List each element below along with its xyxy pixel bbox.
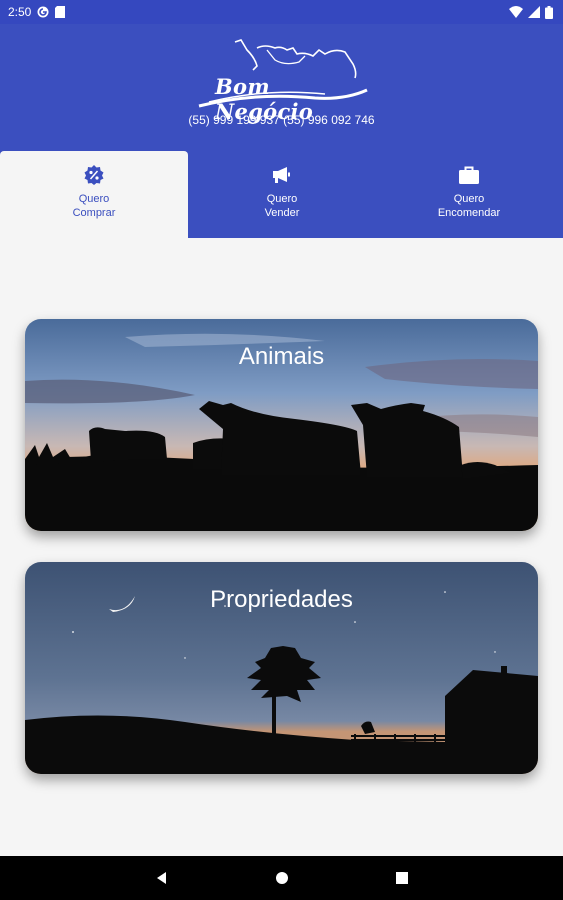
card-title: Animais xyxy=(238,343,325,370)
gmail-icon xyxy=(37,6,49,18)
status-bar: 2:50 xyxy=(0,0,563,24)
tab-quero-comprar[interactable]: Quero Comprar xyxy=(0,151,188,238)
tab-quero-vender[interactable]: Quero Vender xyxy=(188,151,376,238)
home-icon[interactable] xyxy=(274,870,290,886)
wifi-icon xyxy=(509,6,523,18)
tab-label: Quero Encomendar xyxy=(437,193,501,219)
recents-icon[interactable] xyxy=(394,870,410,886)
card-animais[interactable]: Animais xyxy=(25,319,538,531)
tab-quero-encomendar[interactable]: Quero Encomendar xyxy=(375,151,563,238)
signal-icon xyxy=(528,6,540,18)
battery-icon xyxy=(545,5,553,19)
back-icon[interactable] xyxy=(154,870,170,886)
phone-numbers: (55) 999 199 937 (55) 996 092 746 xyxy=(188,113,375,127)
briefcase-icon xyxy=(458,164,480,186)
navigation-bar xyxy=(0,856,563,900)
megaphone-icon xyxy=(271,164,293,186)
tab-label: Quero Comprar xyxy=(72,193,116,219)
logo: Bom Negócio xyxy=(195,38,370,124)
card-title: Propriedades xyxy=(210,586,353,613)
tab-label: Quero Vender xyxy=(264,193,300,219)
status-time: 2:50 xyxy=(8,5,32,19)
app-header: Bom Negócio (55) 999 199 937 (55) 996 09… xyxy=(0,24,563,238)
card-icon xyxy=(55,6,66,18)
badge-percent-icon xyxy=(83,164,105,186)
card-propriedades[interactable]: Propriedades xyxy=(25,562,538,774)
